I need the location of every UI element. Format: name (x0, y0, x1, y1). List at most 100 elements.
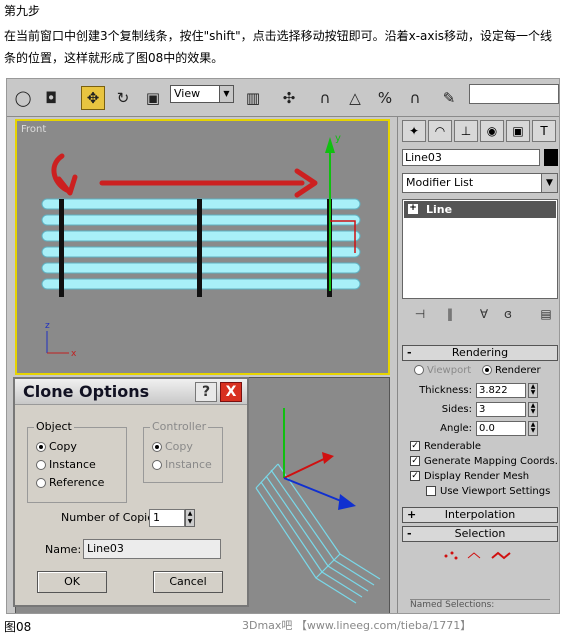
controller-copy-label: Copy (165, 440, 193, 453)
modify-tab-icon[interactable]: ◠ (428, 120, 452, 142)
front-viewport[interactable]: Front y z x (15, 119, 390, 375)
persp-gizmo-x-head (322, 452, 334, 464)
display-render-mesh-checkbox[interactable]: ✓ Display Render Mesh (410, 471, 529, 482)
modifier-list-dropdown[interactable]: Modifier List ▼ (402, 173, 558, 193)
axis-x-label: x (71, 349, 77, 359)
segment-icon[interactable] (467, 552, 481, 559)
stack-item-line[interactable]: + Line (404, 201, 556, 218)
make-unique-icon[interactable]: ∀ (472, 307, 496, 325)
create-tab-icon[interactable]: ✦ (402, 120, 426, 142)
instance-radio[interactable]: Instance (36, 458, 96, 471)
max-screenshot: ◯ ◘ ✥ ↻ ▣ View ▼ ▥ ✣ ∩ △ % ∩ ✎ Front y z… (6, 78, 560, 614)
viewport-canvas: y z x (41, 133, 361, 359)
cancel-button[interactable]: Cancel (153, 571, 223, 593)
edit-named-selection-icon[interactable]: ✎ (437, 86, 461, 110)
sides-spinner[interactable]: 3 (476, 402, 526, 417)
thickness-spinner[interactable]: 3.822 (476, 383, 526, 398)
modifier-list-label: Modifier List (406, 176, 474, 189)
chevron-down-icon: ▼ (541, 174, 557, 192)
viewport-radio-label: Viewport (427, 365, 472, 376)
controller-instance-radio[interactable]: Instance (152, 458, 212, 471)
name-field[interactable]: Line03 (83, 539, 221, 559)
pin-stack-icon[interactable]: ⊣ (408, 307, 432, 325)
viewport-radio[interactable]: Viewport (414, 365, 471, 376)
watermark: 3Dmax吧 【www.lineeg.com/tieba/1771】 (242, 619, 472, 632)
object-name-field[interactable]: Line03 (402, 149, 540, 166)
select-manipulate-icon[interactable]: ✣ (277, 86, 301, 110)
support-post (59, 199, 64, 297)
angle-spinner[interactable]: 0.0 (476, 421, 526, 436)
step-title: 第九步 (4, 4, 41, 18)
radio-circle (36, 442, 46, 452)
generate-mapping-label: Generate Mapping Coords. (424, 456, 558, 467)
reference-label: Reference (49, 476, 105, 489)
reference-radio[interactable]: Reference (36, 476, 104, 489)
show-end-result-icon[interactable]: ‖ (438, 307, 462, 325)
motion-tab-icon[interactable]: ◉ (480, 120, 504, 142)
configure-sets-icon[interactable]: ▤ (534, 307, 558, 325)
expand-icon: + (407, 508, 417, 521)
use-viewport-settings-checkbox[interactable]: Use Viewport Settings (426, 486, 550, 497)
expand-icon[interactable]: + (408, 204, 418, 214)
collapse-icon: - (407, 527, 412, 540)
utilities-tab-icon[interactable]: T (532, 120, 556, 142)
percent-snap-icon[interactable]: % (373, 86, 397, 110)
generate-mapping-checkbox[interactable]: ✓ Generate Mapping Coords. (410, 456, 558, 467)
select-and-rotate-icon[interactable]: ↻ (111, 86, 135, 110)
radio-circle (36, 478, 46, 488)
spinner-snap-icon[interactable]: ∩ (403, 86, 427, 110)
radio-circle (482, 365, 492, 375)
rendering-rollout[interactable]: - Rendering (402, 345, 558, 361)
help-button[interactable]: ? (195, 382, 217, 402)
vertex-icon[interactable] (444, 551, 458, 560)
selection-title: Selection (454, 527, 506, 540)
close-button[interactable]: X (220, 382, 242, 402)
copies-spinner[interactable]: 1 (149, 509, 185, 527)
pivot-center-icon[interactable]: ▥ (241, 86, 265, 110)
remove-modifier-icon[interactable]: ɞ (496, 307, 520, 325)
spinner-arrows-icon[interactable]: ▲ ▼ (185, 509, 195, 527)
select-object-icon[interactable]: ◯ (11, 86, 35, 110)
collapse-icon: - (407, 346, 412, 359)
support-post (197, 199, 202, 297)
interpolation-title: Interpolation (444, 508, 516, 521)
instance-label: Instance (49, 458, 96, 471)
red-curved-arrowhead (56, 174, 78, 196)
persp-gizmo-x (283, 457, 327, 479)
hierarchy-tab-icon[interactable]: ⊥ (454, 120, 478, 142)
snap-toggle-icon[interactable]: ∩ (313, 86, 337, 110)
bench-wire (265, 475, 369, 592)
reference-coord-select[interactable]: View ▼ (170, 85, 234, 103)
chevron-down-icon: ▼ (219, 86, 233, 102)
spinner-arrows-icon[interactable]: ▲ ▼ (528, 402, 538, 417)
select-region-icon[interactable]: ◘ (39, 86, 63, 110)
radio-circle (152, 460, 162, 470)
controller-copy-radio[interactable]: Copy (152, 440, 193, 453)
ok-button[interactable]: OK (37, 571, 107, 593)
renderable-checkbox[interactable]: ✓ Renderable (410, 441, 481, 452)
interpolation-rollout[interactable]: + Interpolation (402, 507, 558, 523)
checkmark-icon: ✓ (410, 441, 420, 451)
stack-item-label: Line (426, 203, 453, 216)
display-tab-icon[interactable]: ▣ (506, 120, 530, 142)
use-viewport-settings-label: Use Viewport Settings (440, 486, 551, 497)
spinner-arrows-icon[interactable]: ▲ ▼ (528, 421, 538, 436)
selection-rollout[interactable]: - Selection (402, 526, 558, 542)
renderable-label: Renderable (424, 441, 482, 452)
named-selection-field[interactable] (469, 84, 559, 104)
checkbox-empty (426, 486, 436, 496)
copy-radio[interactable]: Copy (36, 440, 77, 453)
select-and-move-button[interactable]: ✥ (81, 86, 105, 110)
spinner-arrows-icon[interactable]: ▲ ▼ (528, 383, 538, 398)
dialog-titlebar[interactable]: Clone Options ? X (15, 379, 247, 405)
angle-label: Angle: (440, 423, 472, 434)
select-and-scale-icon[interactable]: ▣ (141, 86, 165, 110)
renderer-radio[interactable]: Renderer (482, 365, 541, 376)
angle-snap-icon[interactable]: △ (343, 86, 367, 110)
object-color-swatch[interactable] (544, 149, 558, 166)
sub-object-level-icons[interactable] (442, 549, 522, 563)
command-panel: ✦ ◠ ⊥ ◉ ▣ T Line03 Modifier List ▼ + Lin… (397, 117, 559, 613)
controller-group: Controller Copy Instance (143, 420, 223, 483)
object-group: Object Copy Instance Reference (27, 420, 127, 503)
spline-icon[interactable] (491, 551, 511, 560)
